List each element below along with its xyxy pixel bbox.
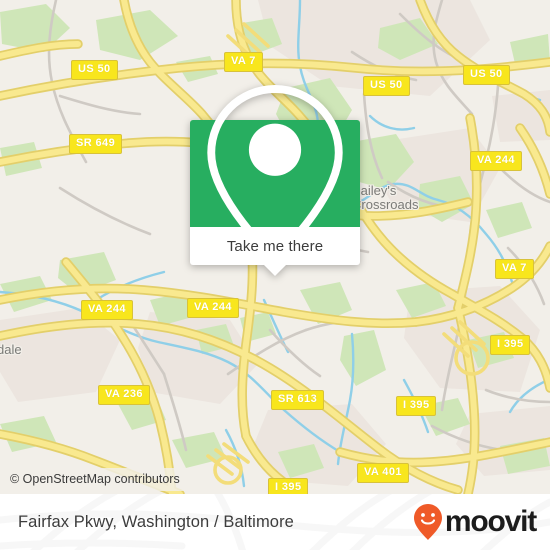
location-title: Fairfax Pkwy, Washington / Baltimore [18, 512, 294, 531]
road-shield-label: SR 649 [76, 137, 116, 149]
footer-content: Fairfax Pkwy, Washington / Baltimore moo… [0, 494, 550, 550]
road-shield-label: VA 236 [105, 388, 143, 400]
road-shield-label: US 50 [78, 63, 111, 75]
road-shield-label: VA 244 [477, 154, 515, 166]
road-shield-us-50-center: US 50 [363, 76, 410, 96]
map-canvas[interactable]: Bailey's Crossroads dale US 50 VA 7 US 5… [0, 0, 550, 494]
road-shield-i-395-center: I 395 [396, 396, 437, 416]
place-label-line1: dale [0, 342, 22, 357]
road-shield-va-244-east: VA 244 [470, 151, 522, 171]
footer-bar: Fairfax Pkwy, Washington / Baltimore moo… [0, 494, 550, 550]
road-shield-label: VA 7 [502, 262, 527, 274]
road-shield-i-395-south: I 395 [268, 478, 309, 494]
place-label-line1: Bailey's [352, 183, 397, 198]
road-shield-us-50-east: US 50 [463, 65, 510, 85]
place-label-dale: dale [0, 343, 22, 357]
callout-icon-area [190, 84, 360, 263]
place-label-line2: Crossroads [352, 197, 419, 212]
moovit-wordmark: moovit [444, 505, 537, 538]
osm-attribution[interactable]: © OpenStreetMap contributors [0, 468, 190, 491]
road-shield-label: I 395 [497, 338, 524, 350]
road-shield-label: US 50 [370, 79, 403, 91]
take-me-there-label: Take me there [226, 237, 324, 255]
location-callout-card[interactable]: Take me there [190, 84, 360, 276]
road-shield-label: US 50 [470, 68, 503, 80]
road-shield-va-244-west: VA 244 [81, 300, 133, 320]
map-pin-icon [207, 84, 343, 263]
moovit-map-screen: Bailey's Crossroads dale US 50 VA 7 US 5… [0, 0, 550, 550]
road-shield-label: VA 244 [88, 303, 126, 315]
road-shield-va-7-east: VA 7 [495, 259, 534, 279]
road-shield-label: I 395 [403, 399, 430, 411]
place-label-baileys-crossroads: Bailey's Crossroads [352, 184, 418, 212]
road-shield-us-50-west: US 50 [71, 60, 118, 80]
callout-pointer-tail [263, 264, 287, 276]
road-shield-i-395-east: I 395 [490, 335, 531, 355]
road-shield-label: I 395 [275, 481, 302, 493]
road-shield-sr-649: SR 649 [69, 134, 123, 154]
road-shield-label: VA 401 [364, 466, 402, 478]
callout-action-area[interactable]: Take me there [190, 227, 360, 276]
road-shield-va-401: VA 401 [357, 463, 409, 483]
road-shield-va-236: VA 236 [98, 385, 150, 405]
moovit-pin-icon [413, 504, 442, 540]
moovit-logo[interactable]: moovit [413, 503, 537, 541]
